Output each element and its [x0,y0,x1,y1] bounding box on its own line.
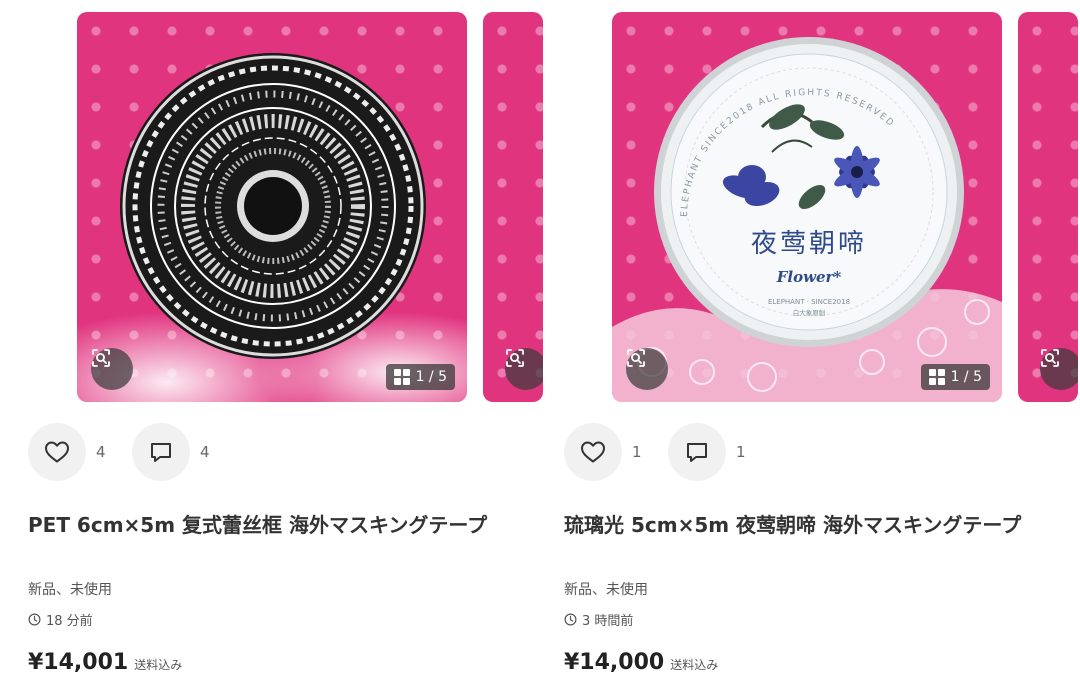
listing-card-1[interactable]: 1 / 5 4 4 PET 6cm×5m 复式蕾丝框 海外マスキングテープ 新品… [0,0,543,686]
like-count: 1 [632,443,642,461]
comment-icon [151,443,171,462]
grid-icon [928,369,945,385]
image-search-button[interactable] [91,348,133,390]
next-photo-peek[interactable] [1018,12,1078,402]
washi-tape-roll-image: ELEPHANT SINCE2018 ALL RIGHTS RESERVED 夜… [612,37,1002,402]
price-value: ¥14,001 [28,650,129,675]
image-counter: 1 / 5 [385,364,455,390]
like-button[interactable] [564,423,622,481]
clock-icon [28,613,41,626]
item-title[interactable]: PET 6cm×5m 复式蕾丝框 海外マスキングテープ [28,510,508,541]
heart-icon [581,441,605,463]
brand-line: ELEPHANT · SINCE2018 [768,298,850,306]
comment-count: 1 [736,443,746,461]
clock-icon [564,613,577,626]
like-count: 4 [96,443,106,461]
shipping-note: 送料込み [134,658,183,672]
next-photo-peek[interactable] [483,12,543,402]
item-condition: 新品、未使用 [564,582,648,598]
heart-icon [45,441,69,463]
listed-time: 18 分前 [28,610,93,629]
product-label-sub: Flower* [776,268,842,286]
grid-icon [393,369,410,385]
product-label-name: 夜莺朝啼 [751,229,867,259]
image-search-icon [506,349,524,367]
listing-card-2[interactable]: ELEPHANT SINCE2018 ALL RIGHTS RESERVED 夜… [538,0,1078,686]
price: ¥14,001 送料込み [28,650,182,675]
listed-time: 3 時間前 [564,610,633,629]
time-ago-text: 3 時間前 [582,614,634,629]
comment-button[interactable] [668,423,726,481]
image-carousel[interactable]: ELEPHANT SINCE2018 ALL RIGHTS RESERVED 夜… [612,12,1080,402]
image-carousel[interactable]: 1 / 5 [77,12,547,402]
comment-icon [687,443,707,462]
price: ¥14,000 送料込み [564,650,718,675]
image-search-icon [92,349,110,367]
product-photo[interactable]: 1 / 5 [77,12,467,402]
price-value: ¥14,000 [564,650,665,675]
image-search-icon [627,349,645,367]
item-title[interactable]: 琉璃光 5cm×5m 夜莺朝啼 海外マスキングテープ [564,510,1044,541]
image-search-icon [1041,349,1059,367]
engagement-bar: 1 1 [564,423,762,481]
like-button[interactable] [28,423,86,481]
time-ago-text: 18 分前 [46,614,93,629]
image-search-button[interactable] [1040,348,1078,390]
brand-cn: 白大象原創 [793,308,826,317]
product-photo[interactable]: ELEPHANT SINCE2018 ALL RIGHTS RESERVED 夜… [612,12,1002,402]
image-counter-text: 1 / 5 [415,369,447,385]
item-condition: 新品、未使用 [28,582,112,598]
washi-tape-roll-image [77,53,467,402]
image-counter: 1 / 5 [920,364,990,390]
engagement-bar: 4 4 [28,423,226,481]
comment-count: 4 [200,443,210,461]
image-search-button[interactable] [626,348,668,390]
shipping-note: 送料込み [670,658,719,672]
image-counter-text: 1 / 5 [950,369,982,385]
comment-button[interactable] [132,423,190,481]
